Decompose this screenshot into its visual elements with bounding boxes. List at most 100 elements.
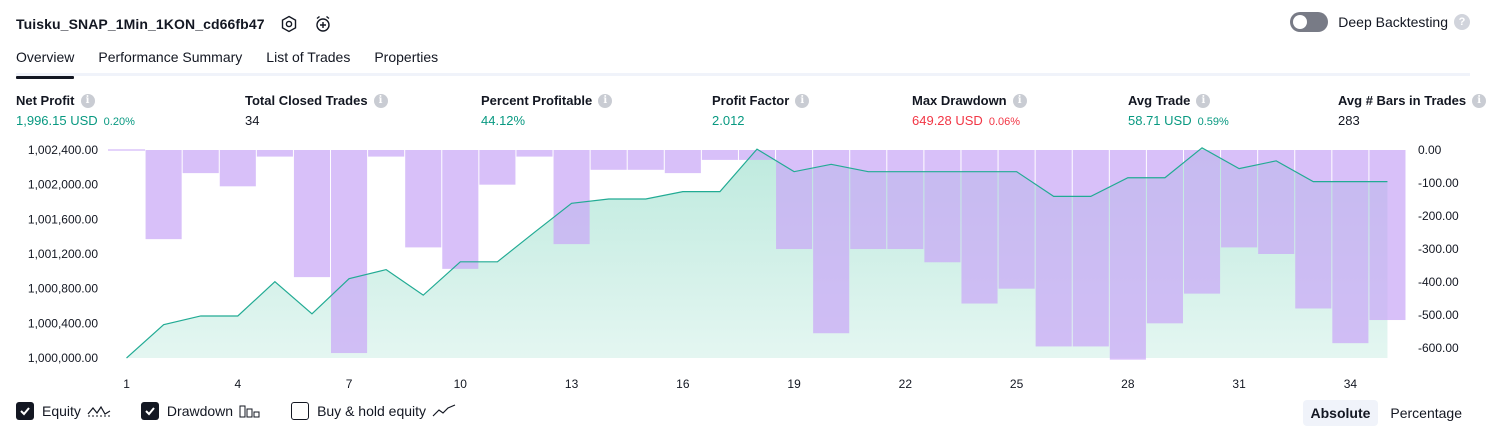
metric-value: 283 (1338, 113, 1360, 128)
drawdown-bar (776, 150, 813, 250)
metrics-row: Net Profit i 1,996.15 USD 0.20% Total Clos… (0, 93, 1486, 133)
tab-performance-summary[interactable]: Performance Summary (98, 44, 242, 76)
metric-label: Percent Profitable (481, 93, 593, 108)
y-axis-left-label: 1,002,000.00 (28, 178, 98, 192)
drawdown-bar (664, 150, 701, 174)
drawdown-bar (1221, 150, 1258, 248)
deep-backtesting: Deep Backtesting ? (1290, 12, 1470, 32)
add-alert-icon[interactable] (313, 14, 333, 34)
x-axis-label: 16 (676, 377, 690, 391)
metric-label: Total Closed Trades (245, 93, 368, 108)
info-icon[interactable]: i (795, 93, 810, 108)
legend-drawdown[interactable]: Drawdown (140, 402, 261, 420)
y-axis-right-label: -200.00 (1418, 209, 1459, 223)
display-mode-switch: Absolute Percentage (1299, 400, 1471, 426)
drawdown-bars-icon (239, 404, 261, 418)
x-axis-label: 13 (565, 377, 579, 391)
metric-percent: 0.06% (988, 116, 1021, 128)
y-axis-right-label: -500.00 (1418, 308, 1459, 322)
absolute-button[interactable]: Absolute (1302, 400, 1379, 426)
equity-drawdown-chart[interactable]: 1,002,400.00 1,002,000.00 1,001,600.00 1,00… (0, 138, 1486, 396)
metric-net-profit: Net Profit i 1,996.15 USD 0.20% (16, 93, 135, 128)
drawdown-bar (145, 150, 182, 240)
drawdown-bar (924, 150, 961, 263)
deep-backtesting-toggle[interactable] (1290, 12, 1329, 32)
y-axis-left-label: 1,002,400.00 (28, 143, 98, 157)
y-axis-right-label: 0.00 (1418, 143, 1442, 157)
drawdown-bar (627, 150, 664, 170)
strategy-header: Tuisku_SNAP_1Min_1KON_cd66fb47 (16, 10, 333, 38)
metric-label: Net Profit (16, 93, 75, 108)
chart-legend: Equity Drawdown Buy & hold equity (16, 402, 486, 420)
metric-profit-factor: Profit Factor i 2.012 (712, 93, 810, 128)
y-axis-left-label: 1,000,800.00 (28, 282, 98, 296)
y-axis-left-label: 1,000,400.00 (28, 316, 98, 330)
x-axis-label: 10 (454, 377, 468, 391)
x-axis-label: 34 (1344, 377, 1358, 391)
buyhold-line-icon (432, 404, 456, 418)
drawdown-bar (1369, 150, 1406, 321)
info-icon[interactable]: i (1012, 93, 1027, 108)
settings-icon[interactable] (279, 14, 299, 34)
drawdown-bar (219, 150, 256, 187)
metric-total-closed-trades: Total Closed Trades i 34 (245, 93, 388, 128)
tab-properties[interactable]: Properties (374, 44, 438, 76)
drawdown-bar (1332, 150, 1369, 344)
tab-overview[interactable]: Overview (16, 44, 75, 79)
drawdown-bar (998, 150, 1035, 289)
checkbox-checked-icon[interactable] (140, 402, 159, 420)
drawdown-bar (293, 150, 331, 278)
x-axis-label: 31 (1232, 377, 1246, 391)
metric-label: Avg # Bars in Trades (1338, 93, 1467, 108)
info-icon[interactable]: i (80, 93, 95, 108)
metric-percent: 0.20% (103, 116, 135, 128)
strategy-name: Tuisku_SNAP_1Min_1KON_cd66fb47 (16, 16, 265, 32)
drawdown-bar (738, 150, 776, 160)
drawdown-bar (405, 150, 442, 248)
help-icon[interactable]: ? (1454, 14, 1470, 30)
drawdown-bar (1109, 150, 1146, 360)
checkbox-unchecked-icon[interactable] (291, 402, 310, 420)
drawdown-bar (590, 150, 627, 170)
info-icon[interactable]: i (1472, 93, 1486, 108)
x-axis-label: 28 (1121, 377, 1135, 391)
deep-backtesting-label: Deep Backtesting (1338, 14, 1448, 30)
drawdown-bar (479, 150, 516, 185)
drawdown-bar (182, 150, 219, 174)
drawdown-bar (850, 150, 887, 250)
metric-value: 1,996.15 USD (16, 113, 98, 128)
metric-value: 34 (245, 113, 260, 128)
y-axis-left-label: 1,001,200.00 (28, 247, 98, 261)
legend-buy-hold[interactable]: Buy & hold equity (291, 402, 456, 420)
x-axis-label: 4 (234, 377, 241, 391)
metric-max-drawdown: Max Drawdown i 649.28 USD 0.06% (912, 93, 1027, 128)
drawdown-bar (331, 150, 368, 354)
x-axis-label: 19 (787, 377, 801, 391)
drawdown-bar (256, 150, 293, 157)
checkbox-checked-icon[interactable] (16, 402, 34, 420)
metric-label: Avg Trade (1128, 93, 1191, 108)
info-icon[interactable]: i (373, 93, 388, 108)
x-axis-label: 25 (1010, 377, 1024, 391)
legend-label: Buy & hold equity (317, 403, 427, 419)
metric-value: 44.12% (481, 113, 526, 128)
info-icon[interactable]: i (1196, 93, 1211, 108)
percentage-button[interactable]: Percentage (1382, 400, 1470, 426)
drawdown-bar (887, 150, 924, 250)
metric-value: 649.28 USD (912, 113, 983, 128)
metric-label: Profit Factor (712, 93, 790, 108)
tab-list-of-trades[interactable]: List of Trades (266, 44, 350, 76)
metric-value: 58.71 USD (1128, 113, 1192, 128)
x-axis-label: 7 (346, 377, 353, 391)
metric-value: 2.012 (712, 113, 745, 128)
drawdown-bar (1035, 150, 1072, 347)
metric-label: Max Drawdown (912, 93, 1007, 108)
drawdown-bar (961, 150, 998, 304)
drawdown-bar (516, 150, 553, 157)
y-axis-left-label: 1,000,000.00 (28, 351, 98, 365)
legend-equity[interactable]: Equity (16, 402, 111, 420)
x-axis-label: 1 (123, 377, 130, 391)
y-axis-left-label: 1,001,600.00 (28, 212, 98, 226)
info-icon[interactable]: i (598, 93, 613, 108)
drawdown-bar (701, 150, 738, 160)
